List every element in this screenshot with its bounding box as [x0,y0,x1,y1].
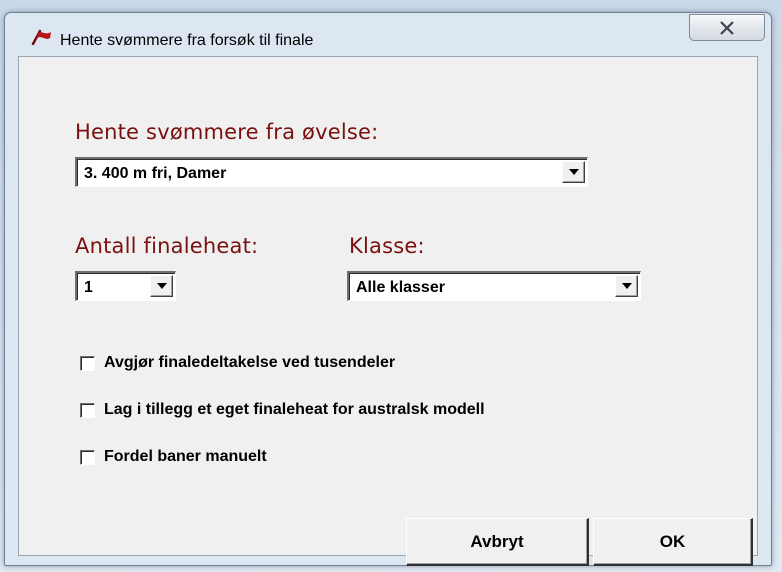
heat-count-label: Antall finaleheat: [75,234,259,258]
title-bar[interactable]: Hente svømmere fra forsøk til finale [5,13,771,56]
checkbox[interactable] [80,403,95,418]
class-dropdown-value: Alle klasser [356,279,445,296]
heat-count-dropdown[interactable]: 1 [75,271,176,301]
event-dropdown-value: 3. 400 m fri, Damer [84,165,227,182]
event-dropdown[interactable]: 3. 400 m fri, Damer [75,157,588,187]
event-label: Hente svømmere fra øvelse: [75,120,379,144]
dialog-window: Hente svømmere fra forsøk til finale Hen… [4,12,772,566]
dialog-body: Hente svømmere fra øvelse: 3. 400 m fri,… [18,56,758,566]
option-label: Lag i tillegg et eget finaleheat for aus… [104,401,485,418]
window-title: Hente svømmere fra forsøk til finale [60,32,314,49]
close-icon [720,21,734,35]
chevron-down-icon[interactable] [150,275,173,297]
class-label: Klasse: [349,234,425,258]
checkbox[interactable] [80,450,95,465]
class-dropdown[interactable]: Alle klasser [347,271,641,301]
ok-button[interactable]: OK [593,518,753,566]
chevron-down-icon[interactable] [615,275,638,297]
checkbox[interactable] [80,356,95,371]
cancel-button[interactable]: Avbryt [406,518,589,566]
option-label: Fordel baner manuelt [104,448,267,465]
chevron-down-icon[interactable] [562,161,585,183]
heat-count-value: 1 [84,279,93,296]
flag-icon [31,29,51,45]
close-button[interactable] [689,14,765,41]
option-label: Avgjør finaledeltakelse ved tusendeler [104,354,396,371]
